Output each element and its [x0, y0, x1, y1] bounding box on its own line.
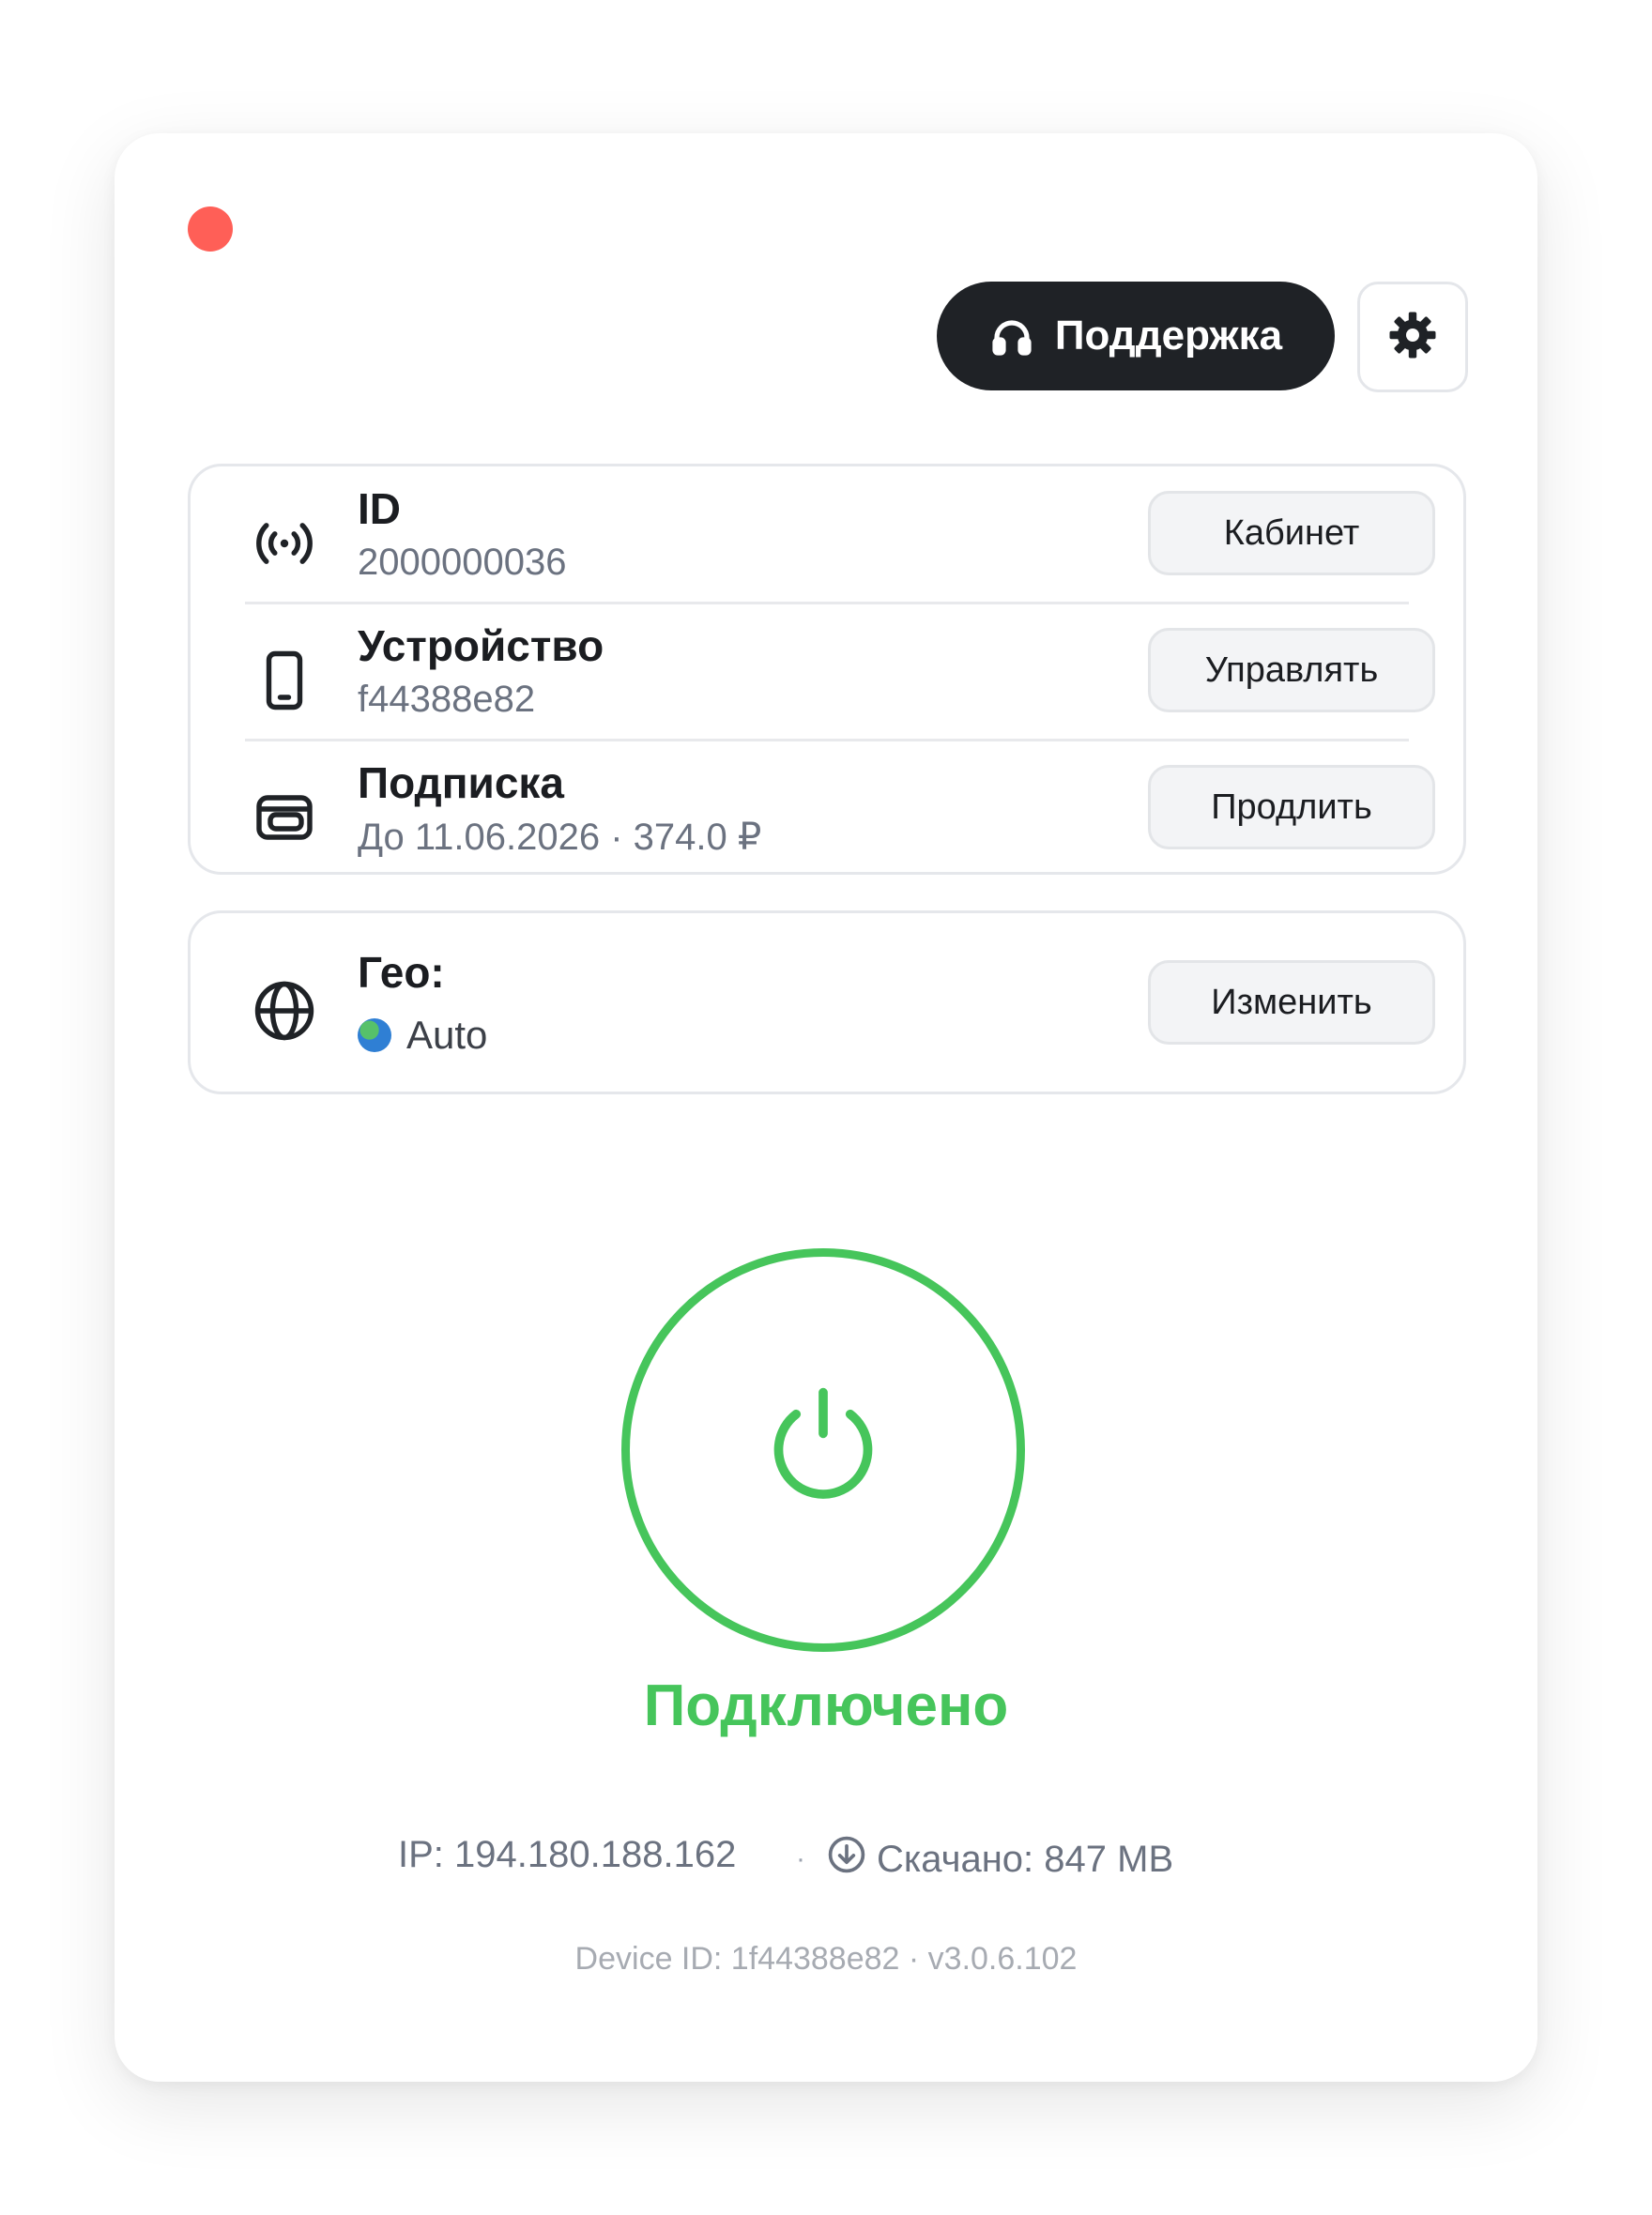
geo-value: Auto: [358, 1013, 487, 1058]
account-card: ID 2000000036 Кабинет Устройство f44388e…: [188, 464, 1466, 875]
row-id: ID 2000000036 Кабинет: [191, 466, 1463, 603]
row-title: Устройство: [358, 621, 604, 670]
cabinet-button[interactable]: Кабинет: [1148, 491, 1435, 575]
gear-icon: [1386, 309, 1439, 366]
app-window: Поддержка ID 2000000036 Кабинет Устройст…: [115, 133, 1537, 2082]
signal-icon: [247, 506, 322, 581]
globe-icon: [247, 973, 322, 1048]
geo-title: Гео:: [358, 948, 445, 997]
connection-status: Подключено: [643, 1673, 1009, 1738]
downloaded-stat: Скачано: 847 MB: [826, 1834, 1173, 1885]
stats-separator: ·: [796, 1843, 805, 1874]
row-title: ID: [358, 484, 401, 533]
ip-address: IP: 194.180.188.162: [398, 1834, 737, 1875]
support-button[interactable]: Поддержка: [937, 282, 1335, 390]
change-geo-button[interactable]: Изменить: [1148, 960, 1435, 1045]
row-value: До 11.06.2026 · 374.0 ₽: [358, 817, 762, 858]
subscription-card-icon: [247, 780, 322, 855]
download-icon: [826, 1834, 867, 1885]
manage-button[interactable]: Управлять: [1148, 628, 1435, 712]
globe-flag-icon: [358, 1018, 391, 1052]
support-label: Поддержка: [1054, 313, 1283, 359]
headphones-icon: [989, 313, 1034, 359]
row-title: Подписка: [358, 758, 565, 807]
power-button[interactable]: [621, 1248, 1025, 1652]
settings-button[interactable]: [1357, 282, 1468, 392]
row-value: f44388e82: [358, 679, 536, 720]
row-device: Устройство f44388e82 Управлять: [191, 603, 1463, 741]
row-subscription: Подписка До 11.06.2026 · 374.0 ₽ Продлит…: [191, 741, 1463, 878]
downloaded-text: Скачано: 847 MB: [877, 1838, 1174, 1880]
geo-value-text: Auto: [406, 1013, 488, 1057]
close-window-button[interactable]: [188, 206, 233, 252]
device-version-footer: Device ID: 1f44388e82 · v3.0.6.102: [574, 1941, 1078, 1977]
stats-bar: IP: 194.180.188.162 · Скачано: 847 MB: [115, 1834, 1537, 1890]
renew-button[interactable]: Продлить: [1148, 765, 1435, 849]
power-icon: [753, 1378, 894, 1523]
row-value: 2000000036: [358, 542, 567, 583]
geo-card: Гео: Изменить Auto: [188, 910, 1466, 1094]
phone-icon: [247, 643, 322, 718]
